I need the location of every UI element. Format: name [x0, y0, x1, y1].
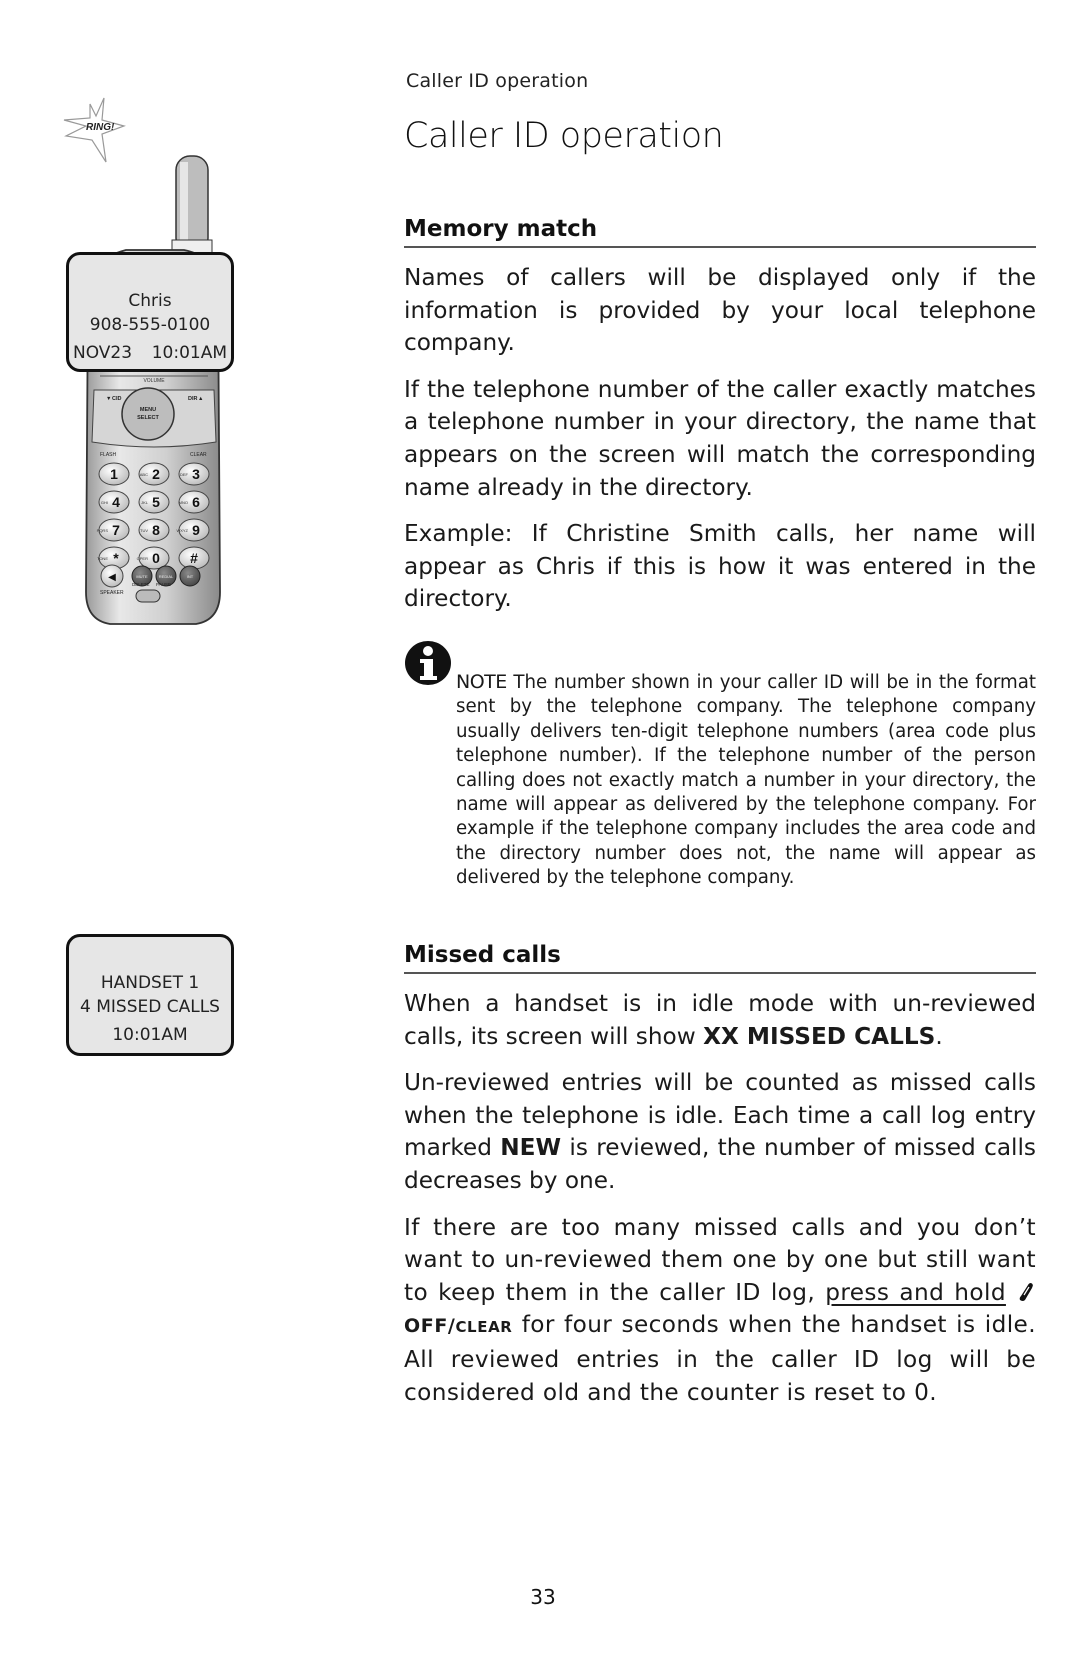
svg-text:DELETE: DELETE	[132, 582, 150, 587]
svg-text:MUTE: MUTE	[136, 574, 148, 579]
svg-text:#: #	[190, 550, 198, 566]
microphone-grille	[135, 589, 161, 603]
note-label: NOTE	[456, 671, 507, 693]
menu-select-button	[121, 387, 175, 441]
caller-id-display: Chris 908-555-0100 NOV23 10:01AM	[66, 252, 234, 372]
speaker-key: ◀	[100, 564, 124, 588]
svg-text:PQRS: PQRS	[97, 528, 109, 533]
page-number: 33	[530, 1585, 556, 1609]
keypad-key-5: JKL 5	[138, 490, 170, 514]
svg-text:PAUSE: PAUSE	[156, 582, 171, 587]
keypad-key-2: ABC 2	[138, 462, 170, 486]
svg-text:6: 6	[192, 494, 200, 510]
display-missed-count: 4 MISSED CALLS	[80, 997, 220, 1017]
svg-text:◀: ◀	[108, 572, 116, 583]
keypad-key-pound: #	[178, 546, 210, 570]
new-marker-text: NEW	[500, 1134, 562, 1162]
svg-text:TUV: TUV	[140, 528, 148, 533]
missed-calls-paragraph-2: Un-reviewed entries will be counted as m…	[404, 1069, 1037, 1194]
missed-calls-paragraph-3: If there are too many missed calls and y…	[404, 1213, 1036, 1406]
note-body: The number shown in your caller ID will …	[456, 672, 1036, 889]
keypad-key-1: 1	[98, 462, 130, 486]
keypad: 1 ABC 2 DEF 3 GHI 4 JKL 5 MNO 6 PQRS 7 TUV 8 WXYZ 9 TONE *…	[97, 462, 210, 588]
svg-text:8: 8	[152, 522, 160, 538]
svg-text:INT: INT	[187, 574, 194, 579]
keypad-key-3: DEF 3	[178, 462, 210, 486]
info-icon	[405, 641, 451, 685]
svg-text:CLEAR: CLEAR	[190, 452, 207, 458]
phone-off-icon	[1019, 1282, 1033, 1301]
missed-calls-paragraph-1: When a handset is in idle mode with un-r…	[404, 990, 1036, 1050]
svg-text:▼: ▼	[106, 396, 111, 402]
keypad-key-8: TUV 8	[138, 518, 170, 542]
volume-label: VOLUME	[143, 378, 165, 384]
svg-text:MNO: MNO	[179, 500, 188, 505]
note-text: NOTE The number shown in your caller ID …	[456, 670, 1036, 891]
missed-calls-screen-text: XX MISSED CALLS	[703, 1022, 936, 1050]
svg-text:2: 2	[152, 466, 160, 482]
svg-text:OPER: OPER	[137, 556, 148, 561]
cordless-handset-illustration: COLOR VOLUME MENU SELECT ▼ CID DIR ▲ FLA…	[85, 155, 221, 625]
page-title: Caller ID operation	[404, 116, 724, 156]
svg-text:CID: CID	[112, 396, 122, 402]
display-caller-number: 908-555-0100	[89, 315, 211, 335]
svg-text:DEF: DEF	[180, 472, 189, 477]
svg-text:3: 3	[192, 466, 200, 482]
svg-text:GHI: GHI	[101, 500, 108, 505]
memory-match-paragraph-2: If the telephone number of the caller ex…	[404, 375, 1036, 501]
svg-text:5: 5	[152, 494, 160, 510]
section-heading-memory-match: Memory match	[404, 216, 1036, 248]
press-and-hold-link[interactable]: press and hold	[825, 1279, 1006, 1306]
svg-text:JKL: JKL	[141, 500, 149, 505]
keypad-key-4: GHI 4	[98, 490, 130, 514]
svg-text:REDIAL: REDIAL	[159, 574, 174, 579]
memory-match-body: Names of callers will be displayed only …	[404, 262, 1036, 630]
svg-text:SELECT: SELECT	[137, 415, 159, 421]
svg-text:ABC: ABC	[140, 472, 148, 477]
svg-text:TONE: TONE	[97, 556, 108, 561]
antenna	[171, 155, 213, 261]
ring-label: RING!	[86, 122, 115, 133]
section-heading-missed-calls: Missed calls	[404, 942, 1036, 974]
svg-text:SPEAKER: SPEAKER	[100, 590, 124, 596]
svg-text:9: 9	[192, 522, 200, 538]
svg-text:WXYZ: WXYZ	[176, 528, 188, 533]
memory-match-paragraph-3: Example: If Christine Smith calls, her n…	[404, 520, 1036, 613]
svg-text:▲: ▲	[198, 396, 203, 402]
missed-calls-body: When a handset is in idle mode with un-r…	[404, 988, 1036, 1423]
missed-calls-display: HANDSET 1 4 MISSED CALLS 10:01AM	[66, 934, 234, 1056]
running-head: Caller ID operation	[406, 70, 589, 92]
svg-text:FLASH: FLASH	[100, 452, 117, 458]
svg-text:MENU: MENU	[140, 407, 156, 413]
off-clear-key-label: OFF/CLEAR	[404, 1315, 513, 1338]
svg-text:7: 7	[112, 522, 120, 538]
display-time: 10:01AM	[151, 343, 227, 363]
display-time: 10:01AM	[112, 1025, 188, 1045]
memory-match-paragraph-1: Names of callers will be displayed only …	[404, 264, 1036, 357]
display-handset-name: HANDSET 1	[100, 973, 200, 993]
display-date: NOV23	[73, 343, 133, 363]
function-key-int: INT	[179, 565, 201, 587]
svg-text:0: 0	[152, 550, 160, 566]
keypad-key-6: MNO 6	[178, 490, 210, 514]
display-caller-name: Chris	[128, 291, 172, 311]
svg-text:*: *	[113, 550, 119, 566]
svg-text:4: 4	[112, 494, 120, 510]
svg-text:1: 1	[110, 466, 118, 482]
svg-text:DIR: DIR	[188, 396, 198, 402]
